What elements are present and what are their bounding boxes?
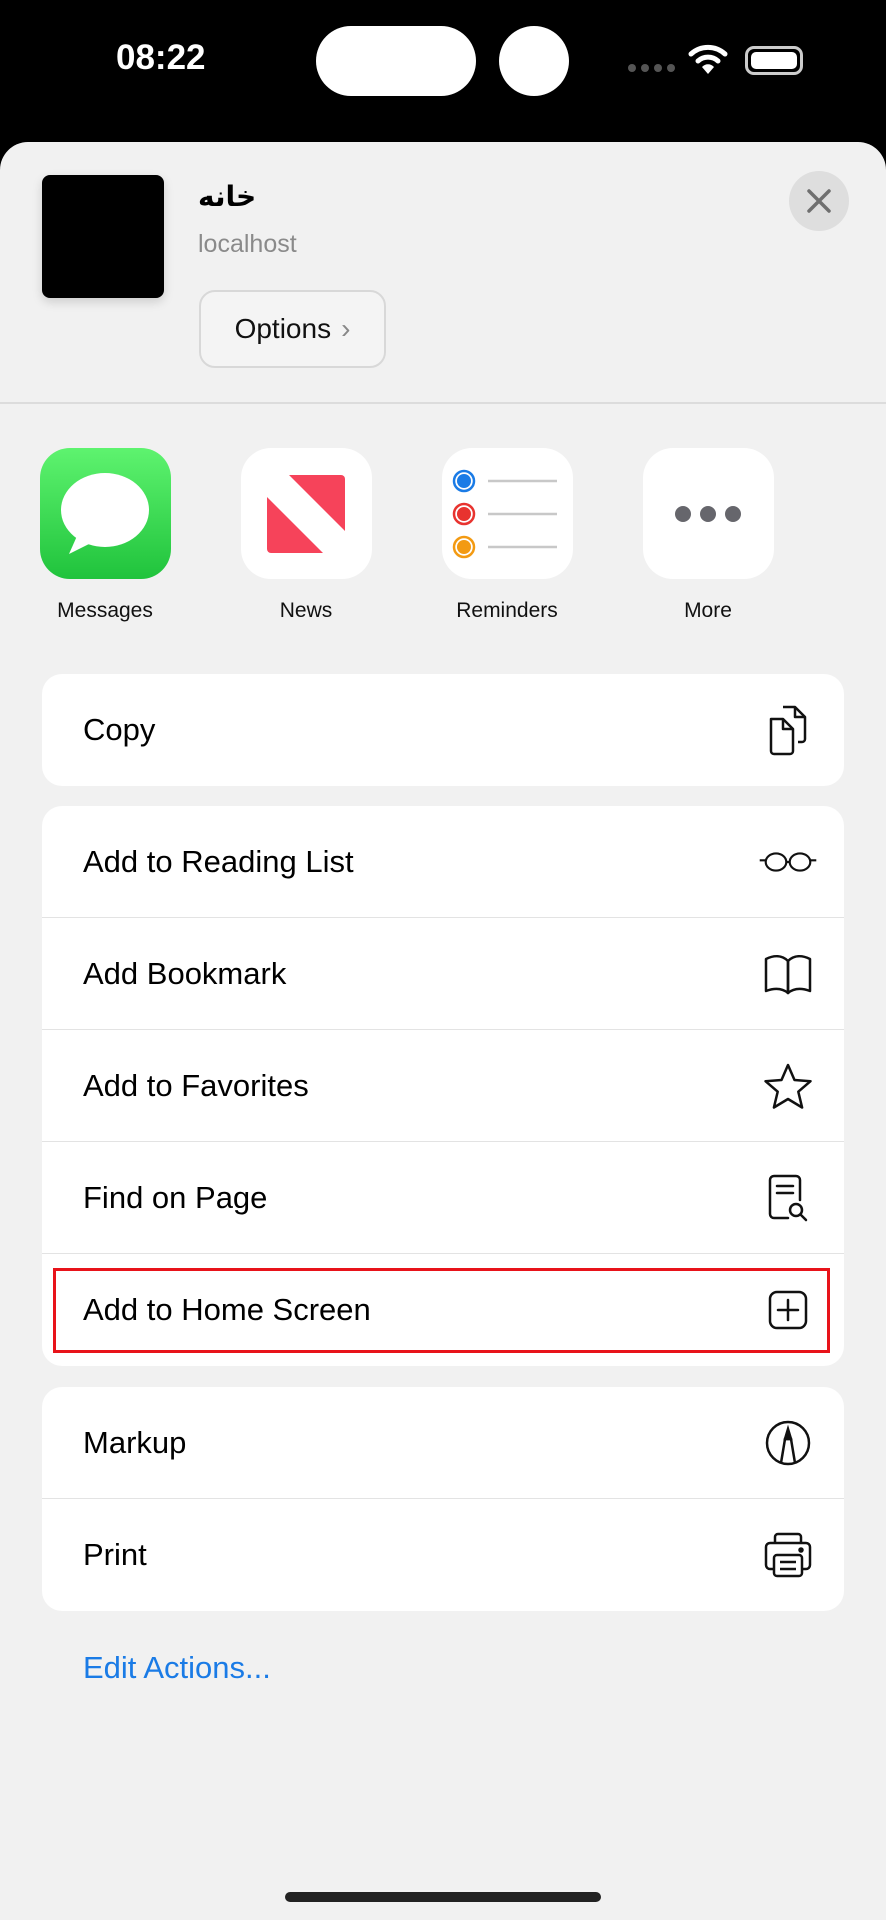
printer-icon bbox=[758, 1531, 818, 1579]
reminders-icon bbox=[441, 448, 573, 579]
app-news[interactable]: News bbox=[226, 448, 386, 623]
battery-icon bbox=[745, 46, 803, 75]
action-copy[interactable]: Copy bbox=[42, 674, 844, 786]
app-label: News bbox=[279, 599, 333, 622]
action-add-to-home-screen[interactable]: Add to Home Screen bbox=[42, 1254, 844, 1366]
action-label: Copy bbox=[83, 712, 156, 747]
more-icon bbox=[642, 448, 774, 579]
action-label: Add to Reading List bbox=[83, 843, 354, 879]
action-label: Add Bookmark bbox=[83, 955, 287, 991]
action-add-bookmark[interactable]: Add Bookmark bbox=[42, 918, 844, 1030]
action-label: Print bbox=[83, 1537, 147, 1572]
chevron-right-icon: › bbox=[341, 313, 351, 344]
action-group-tools: Markup Print bbox=[42, 1387, 844, 1611]
page-thumbnail bbox=[42, 175, 164, 298]
app-label: More bbox=[684, 599, 732, 622]
action-add-to-favorites[interactable]: Add to Favorites bbox=[42, 1030, 844, 1142]
options-label: Options bbox=[234, 313, 332, 344]
wifi-icon bbox=[688, 44, 728, 74]
options-button[interactable]: Options › bbox=[199, 290, 386, 368]
find-on-page-icon bbox=[758, 1172, 818, 1224]
action-label: Add to Home Screen bbox=[83, 1292, 371, 1327]
dynamic-island bbox=[316, 26, 476, 96]
action-label: Find on Page bbox=[83, 1179, 268, 1215]
copy-icon bbox=[758, 703, 818, 757]
app-messages[interactable]: Messages bbox=[25, 448, 185, 623]
app-reminders[interactable]: Reminders bbox=[427, 448, 587, 623]
plus-square-icon bbox=[758, 1289, 818, 1331]
news-icon bbox=[240, 448, 372, 579]
close-icon bbox=[807, 189, 831, 213]
action-find-on-page[interactable]: Find on Page bbox=[42, 1142, 844, 1254]
status-time: 08:22 bbox=[116, 38, 206, 77]
book-icon bbox=[758, 953, 818, 995]
cellular-signal-icon bbox=[628, 64, 675, 72]
action-group-copy: Copy bbox=[42, 674, 844, 786]
camera-cutout bbox=[499, 26, 569, 96]
edit-actions-link[interactable]: Edit Actions... bbox=[83, 1650, 271, 1686]
action-label: Add to Favorites bbox=[83, 1067, 309, 1103]
messages-icon bbox=[39, 448, 171, 579]
markup-icon bbox=[758, 1419, 818, 1467]
app-label: Messages bbox=[57, 599, 153, 622]
home-indicator[interactable] bbox=[285, 1892, 601, 1902]
action-add-to-reading-list[interactable]: Add to Reading List bbox=[42, 806, 844, 918]
divider bbox=[0, 402, 886, 404]
page-host: localhost bbox=[198, 230, 297, 258]
phone-screen: 08:22 خانه localhost Options › Messages N… bbox=[0, 0, 886, 1920]
app-label: Reminders bbox=[456, 599, 558, 622]
app-more[interactable]: More bbox=[628, 448, 788, 623]
close-button[interactable] bbox=[789, 171, 849, 231]
action-print[interactable]: Print bbox=[42, 1499, 844, 1611]
action-markup[interactable]: Markup bbox=[42, 1387, 844, 1499]
glasses-icon bbox=[758, 848, 818, 876]
action-label: Markup bbox=[83, 1424, 187, 1460]
action-group-page: Add to Reading List Add Bookmark Add to … bbox=[42, 806, 844, 1366]
page-title: خانه bbox=[198, 180, 257, 213]
star-icon bbox=[758, 1062, 818, 1110]
